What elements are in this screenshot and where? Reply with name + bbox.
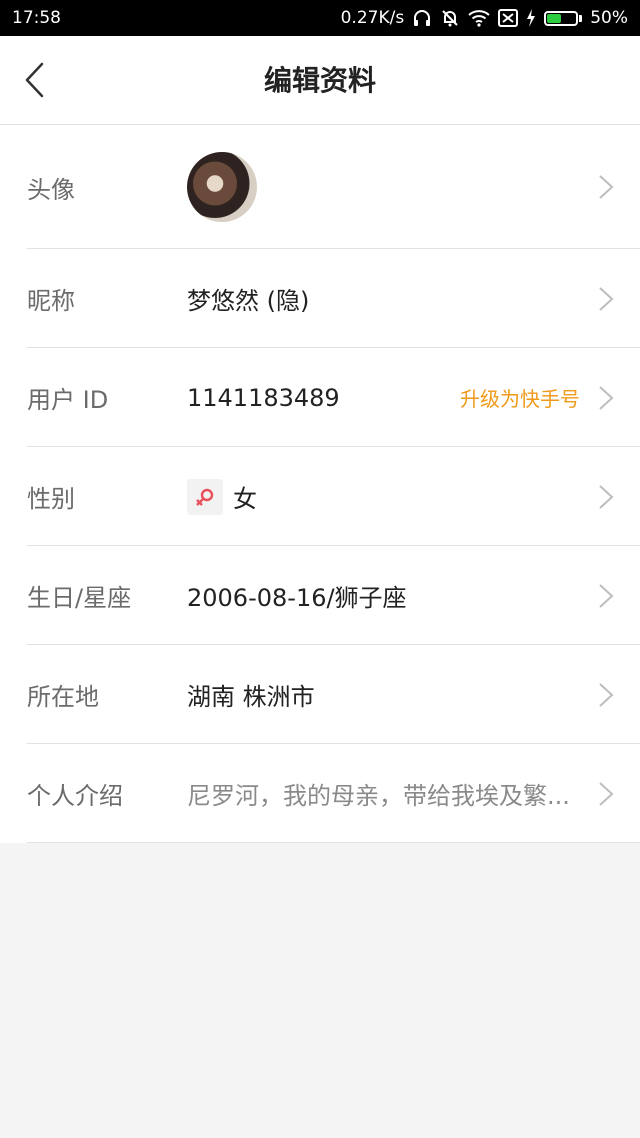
- sim-off-icon: [498, 9, 519, 27]
- row-bio[interactable]: 个人介绍 尼罗河，我的母亲，带给我埃及繁...: [0, 744, 640, 843]
- status-time: 17:58: [12, 8, 61, 28]
- chevron-right-icon: [599, 781, 614, 806]
- status-icons: 0.27K/s 50%: [341, 8, 628, 28]
- bell-off-icon: [442, 10, 458, 27]
- top-nav-bar: 编辑资料: [0, 36, 640, 125]
- chevron-right-icon: [599, 583, 614, 608]
- user-id-value: 1141183489: [187, 383, 340, 412]
- empty-area: [0, 843, 640, 1138]
- bio-label: 个人介绍: [27, 782, 123, 810]
- location-value: 湖南 株洲市: [187, 683, 315, 711]
- row-birthday[interactable]: 生日/星座 2006-08-16/狮子座: [0, 546, 640, 645]
- chevron-right-icon: [599, 385, 614, 410]
- location-label: 所在地: [27, 683, 99, 711]
- row-user-id[interactable]: 用户 ID 1141183489 升级为快手号: [0, 348, 640, 447]
- battery-fill: [547, 13, 562, 23]
- birthday-label: 生日/星座: [27, 584, 132, 612]
- row-nickname[interactable]: 昵称 梦悠然 (隐): [0, 249, 640, 348]
- battery-percent: 50%: [590, 8, 628, 28]
- gender-label: 性别: [27, 485, 75, 513]
- user-id-label: 用户 ID: [27, 386, 109, 414]
- chevron-right-icon: [599, 286, 614, 311]
- battery-icon: [544, 10, 583, 26]
- profile-list: 头像 昵称 梦悠然 (隐) 用户 ID 1141183489 升级为快手号 性别: [0, 125, 640, 843]
- chevron-right-icon: [599, 484, 614, 509]
- avatar: [187, 152, 257, 222]
- birthday-value: 2006-08-16/狮子座: [187, 584, 407, 612]
- row-avatar[interactable]: 头像: [0, 125, 640, 249]
- page-title: 编辑资料: [263, 64, 376, 97]
- chevron-right-icon: [599, 682, 614, 707]
- upgrade-link[interactable]: 升级为快手号: [460, 348, 580, 447]
- chevron-right-icon: [599, 175, 614, 199]
- network-speed: 0.27K/s: [340, 8, 405, 28]
- charging-icon: [527, 9, 536, 27]
- status-bar: 17:58 0.27K/s 50%: [0, 0, 640, 36]
- bio-value: 尼罗河，我的母亲，带给我埃及繁...: [187, 782, 570, 810]
- row-location[interactable]: 所在地 湖南 株洲市: [0, 645, 640, 744]
- female-icon: [187, 478, 223, 515]
- nickname-label: 昵称: [27, 287, 75, 315]
- headphones-icon: [414, 10, 431, 26]
- row-gender[interactable]: 性别 女: [0, 447, 640, 546]
- wifi-icon: [468, 10, 490, 27]
- gender-value: 女: [233, 485, 257, 513]
- avatar-label: 头像: [27, 175, 75, 204]
- nickname-value: 梦悠然 (隐): [187, 287, 310, 315]
